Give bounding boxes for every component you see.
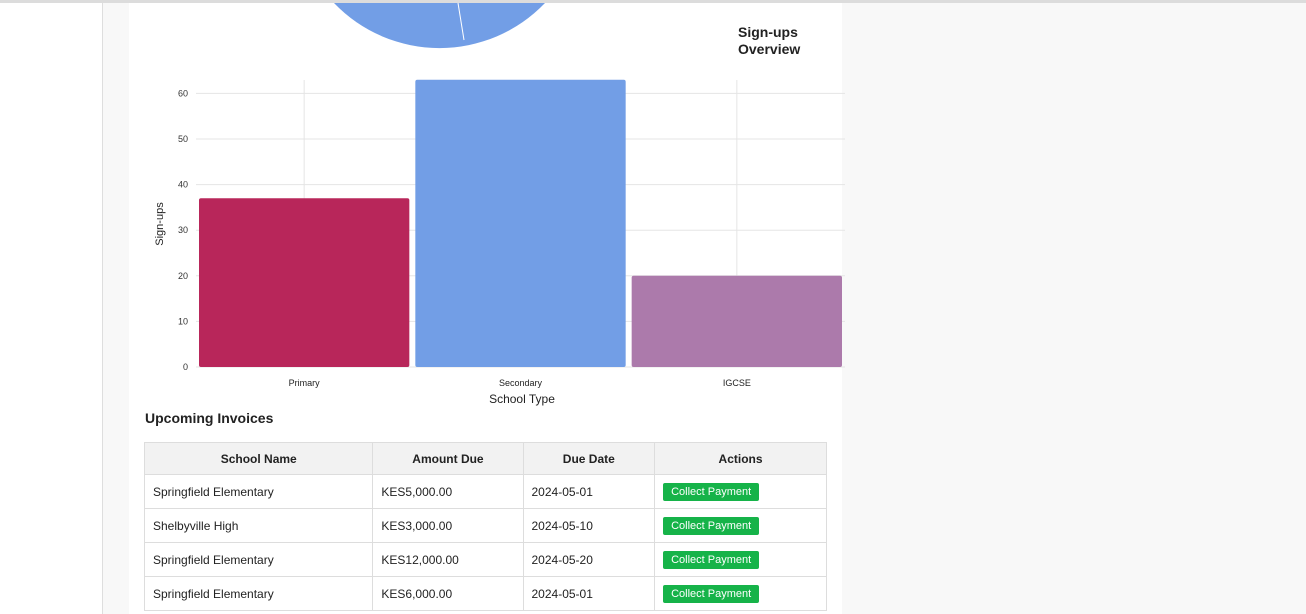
table-row: Springfield Elementary KES12,000.00 2024… — [143, 542, 827, 577]
pie-chart-title: Sign-ups Overview — [738, 24, 801, 57]
column-header-school-name: School Name — [143, 442, 374, 475]
collect-payment-button[interactable]: Collect Payment — [663, 482, 760, 501]
amount-due-cell: KES12,000.00 — [372, 542, 524, 577]
due-date-cell: 2024-05-01 — [522, 576, 656, 611]
school-name-cell: Springfield Elementary — [143, 542, 374, 577]
upcoming-invoices-heading: Upcoming Invoices — [145, 410, 274, 426]
table-row: Shelbyville High KES3,000.00 2024-05-10 … — [143, 508, 827, 543]
table-row: Springfield Elementary KES6,000.00 2024-… — [143, 576, 827, 611]
amount-due-cell: KES6,000.00 — [372, 576, 524, 611]
due-date-cell: 2024-05-01 — [522, 474, 656, 509]
amount-due-cell: KES5,000.00 — [372, 474, 524, 509]
table-header-row: School Name Amount Due Due Date Actions — [143, 442, 827, 475]
content-gutter — [103, 3, 129, 614]
school-name-cell: Springfield Elementary — [143, 474, 374, 509]
actions-cell: Collect Payment — [654, 474, 827, 509]
actions-cell: Collect Payment — [654, 576, 827, 611]
school-name-cell: Shelbyville High — [143, 508, 374, 543]
due-date-cell: 2024-05-10 — [522, 508, 656, 543]
collect-payment-button[interactable]: Collect Payment — [663, 550, 760, 569]
collect-payment-button[interactable]: Collect Payment — [663, 516, 760, 535]
column-header-actions: Actions — [654, 442, 827, 475]
invoices-table: School Name Amount Due Due Date Actions … — [143, 442, 827, 611]
column-header-amount-due: Amount Due — [372, 442, 524, 475]
table-row: Springfield Elementary KES5,000.00 2024-… — [143, 474, 827, 509]
left-panel — [0, 3, 102, 614]
column-header-due-date: Due Date — [522, 442, 656, 475]
collect-payment-button[interactable]: Collect Payment — [663, 584, 760, 603]
school-name-cell: Springfield Elementary — [143, 576, 374, 611]
actions-cell: Collect Payment — [654, 508, 827, 543]
amount-due-cell: KES3,000.00 — [372, 508, 524, 543]
due-date-cell: 2024-05-20 — [522, 542, 656, 577]
actions-cell: Collect Payment — [654, 542, 827, 577]
